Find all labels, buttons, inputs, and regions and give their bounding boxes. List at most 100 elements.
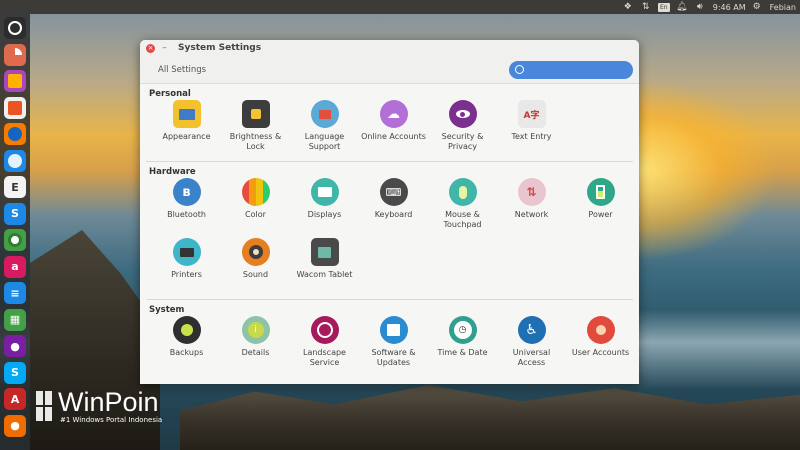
sync-app-icon[interactable]: S — [4, 202, 26, 225]
section-title: Personal — [149, 89, 191, 99]
item-label: Mouse & Touchpad — [443, 210, 482, 229]
settings-gear-icon[interactable]: ⚙ — [750, 0, 764, 14]
item-label: User Accounts — [571, 348, 630, 357]
section-title: System — [149, 305, 185, 315]
ubuntu-dash-icon[interactable] — [4, 17, 26, 39]
settings-item-security-privacy[interactable]: Security & Privacy — [428, 100, 497, 160]
keyboard-language-indicator[interactable]: En — [657, 0, 671, 14]
settings-item-wacom-tablet[interactable]: Wacom Tablet — [290, 238, 359, 298]
app-icon-orange[interactable]: ● — [4, 414, 26, 437]
titlebar: × – System Settings — [140, 40, 639, 56]
language-label: En — [657, 2, 670, 12]
network-icon: ⇅ — [517, 178, 546, 206]
firefox-icon[interactable] — [4, 123, 26, 145]
settings-item-bluetooth[interactable]: ʙ Bluetooth — [152, 178, 221, 238]
clock[interactable]: 9:46 AM — [713, 3, 746, 12]
battery-icon — [586, 178, 615, 206]
settings-item-displays[interactable]: Displays — [290, 178, 359, 238]
watermark: WinPoin #1 Windows Portal Indonesia — [36, 388, 162, 424]
cloud-icon: ☁ — [379, 100, 408, 128]
toolbar: All Settings — [140, 56, 639, 84]
top-panel: ❖ ⇅ En 🔔︎ 🔊︎ 9:46 AM ⚙ Febian — [0, 0, 800, 14]
software-box-icon — [379, 316, 408, 344]
volume-icon[interactable]: 🔊︎ — [693, 0, 707, 14]
writer-icon[interactable]: ≡ — [4, 282, 26, 304]
watermark-brand: WinPoin — [58, 387, 159, 417]
section-personal: Personal Appearance Brightness & Lock La… — [140, 84, 639, 160]
music-app-icon[interactable]: a — [4, 255, 26, 278]
settings-item-details[interactable]: i Details — [221, 316, 290, 376]
search-input[interactable] — [528, 65, 628, 74]
settings-item-text-entry[interactable]: A字 Text Entry — [497, 100, 566, 160]
settings-item-mouse-touchpad[interactable]: Mouse & Touchpad — [428, 178, 497, 238]
launcher: E S a ≡ ▦ ● S A ● — [0, 14, 30, 450]
mouse-icon — [448, 178, 477, 206]
settings-item-landscape-service[interactable]: Landscape Service — [290, 316, 359, 376]
all-settings-button[interactable]: All Settings — [158, 65, 206, 75]
item-label: Landscape Service — [303, 348, 346, 367]
owl-app-icon[interactable]: ● — [4, 335, 26, 357]
search-icon — [515, 65, 524, 74]
wallpaper-rock-bottom — [180, 385, 800, 450]
chromium-icon[interactable] — [4, 149, 26, 172]
item-label: Text Entry — [511, 132, 552, 141]
system-settings-launcher-icon[interactable] — [4, 43, 26, 66]
item-label: Details — [241, 348, 270, 357]
settings-item-printers[interactable]: Printers — [152, 238, 221, 298]
minimize-button[interactable]: – — [160, 43, 169, 53]
item-label: Language Support — [304, 132, 345, 151]
settings-item-color[interactable]: Color — [221, 178, 290, 238]
item-label: Color — [245, 210, 266, 219]
monitor-icon — [310, 178, 339, 206]
dropbox-icon[interactable]: ❖ — [621, 0, 635, 14]
brightness-lock-icon — [241, 100, 270, 128]
settings-item-power[interactable]: Power — [566, 178, 635, 238]
info-icon: i — [241, 316, 270, 344]
user-name[interactable]: Febian — [770, 3, 796, 12]
text-editor-icon[interactable]: E — [4, 176, 26, 198]
search-box[interactable] — [509, 60, 633, 79]
eye-app-icon[interactable] — [4, 229, 26, 251]
app-icon-red[interactable]: A — [4, 388, 26, 410]
item-label: Printers — [171, 270, 202, 279]
watermark-tagline: #1 Windows Portal Indonesia — [60, 416, 163, 424]
item-label: Appearance — [162, 132, 211, 141]
printer-icon — [172, 238, 201, 266]
item-label: Bluetooth — [167, 210, 206, 219]
item-label: Brightness & Lock — [229, 132, 282, 151]
settings-item-brightness-lock[interactable]: Brightness & Lock — [221, 100, 290, 160]
settings-item-user-accounts[interactable]: User Accounts — [566, 316, 635, 376]
user-icon — [586, 316, 615, 344]
settings-item-universal-access[interactable]: ♿︎ Universal Access — [497, 316, 566, 376]
item-label: Keyboard — [374, 210, 413, 219]
skype-icon[interactable]: S — [4, 361, 26, 384]
section-hardware: Hardware ʙ Bluetooth Color Displays ⌨ Ke… — [140, 162, 639, 298]
flag-icon — [310, 100, 339, 128]
item-label: Online Accounts — [361, 132, 426, 141]
appearance-icon — [172, 100, 201, 128]
calc-icon[interactable]: ▦ — [4, 308, 26, 331]
settings-item-online-accounts[interactable]: ☁ Online Accounts — [359, 100, 428, 160]
keyboard-icon: ⌨ — [379, 178, 408, 206]
window-title: System Settings — [178, 43, 262, 53]
settings-item-keyboard[interactable]: ⌨ Keyboard — [359, 178, 428, 238]
item-label: Software & Updates — [371, 348, 416, 367]
close-button[interactable]: × — [146, 43, 155, 53]
item-label: Power — [588, 210, 613, 219]
item-label: Universal Access — [512, 348, 551, 367]
software-center-icon[interactable] — [4, 96, 26, 119]
settings-item-network[interactable]: ⇅ Network — [497, 178, 566, 238]
settings-item-software-updates[interactable]: Software & Updates — [359, 316, 428, 376]
speaker-icon — [241, 238, 270, 266]
bluetooth-icon: ʙ — [172, 178, 201, 206]
network-arrows-icon[interactable]: ⇅ — [639, 0, 653, 14]
files-icon[interactable] — [4, 70, 26, 92]
backup-icon — [172, 316, 201, 344]
settings-item-backups[interactable]: Backups — [152, 316, 221, 376]
settings-item-sound[interactable]: Sound — [221, 238, 290, 298]
item-label: Network — [514, 210, 549, 219]
settings-item-language-support[interactable]: Language Support — [290, 100, 359, 160]
notification-bell-icon[interactable]: 🔔︎ — [675, 0, 689, 14]
settings-item-appearance[interactable]: Appearance — [152, 100, 221, 160]
settings-item-time-date[interactable]: ◷ Time & Date — [428, 316, 497, 376]
